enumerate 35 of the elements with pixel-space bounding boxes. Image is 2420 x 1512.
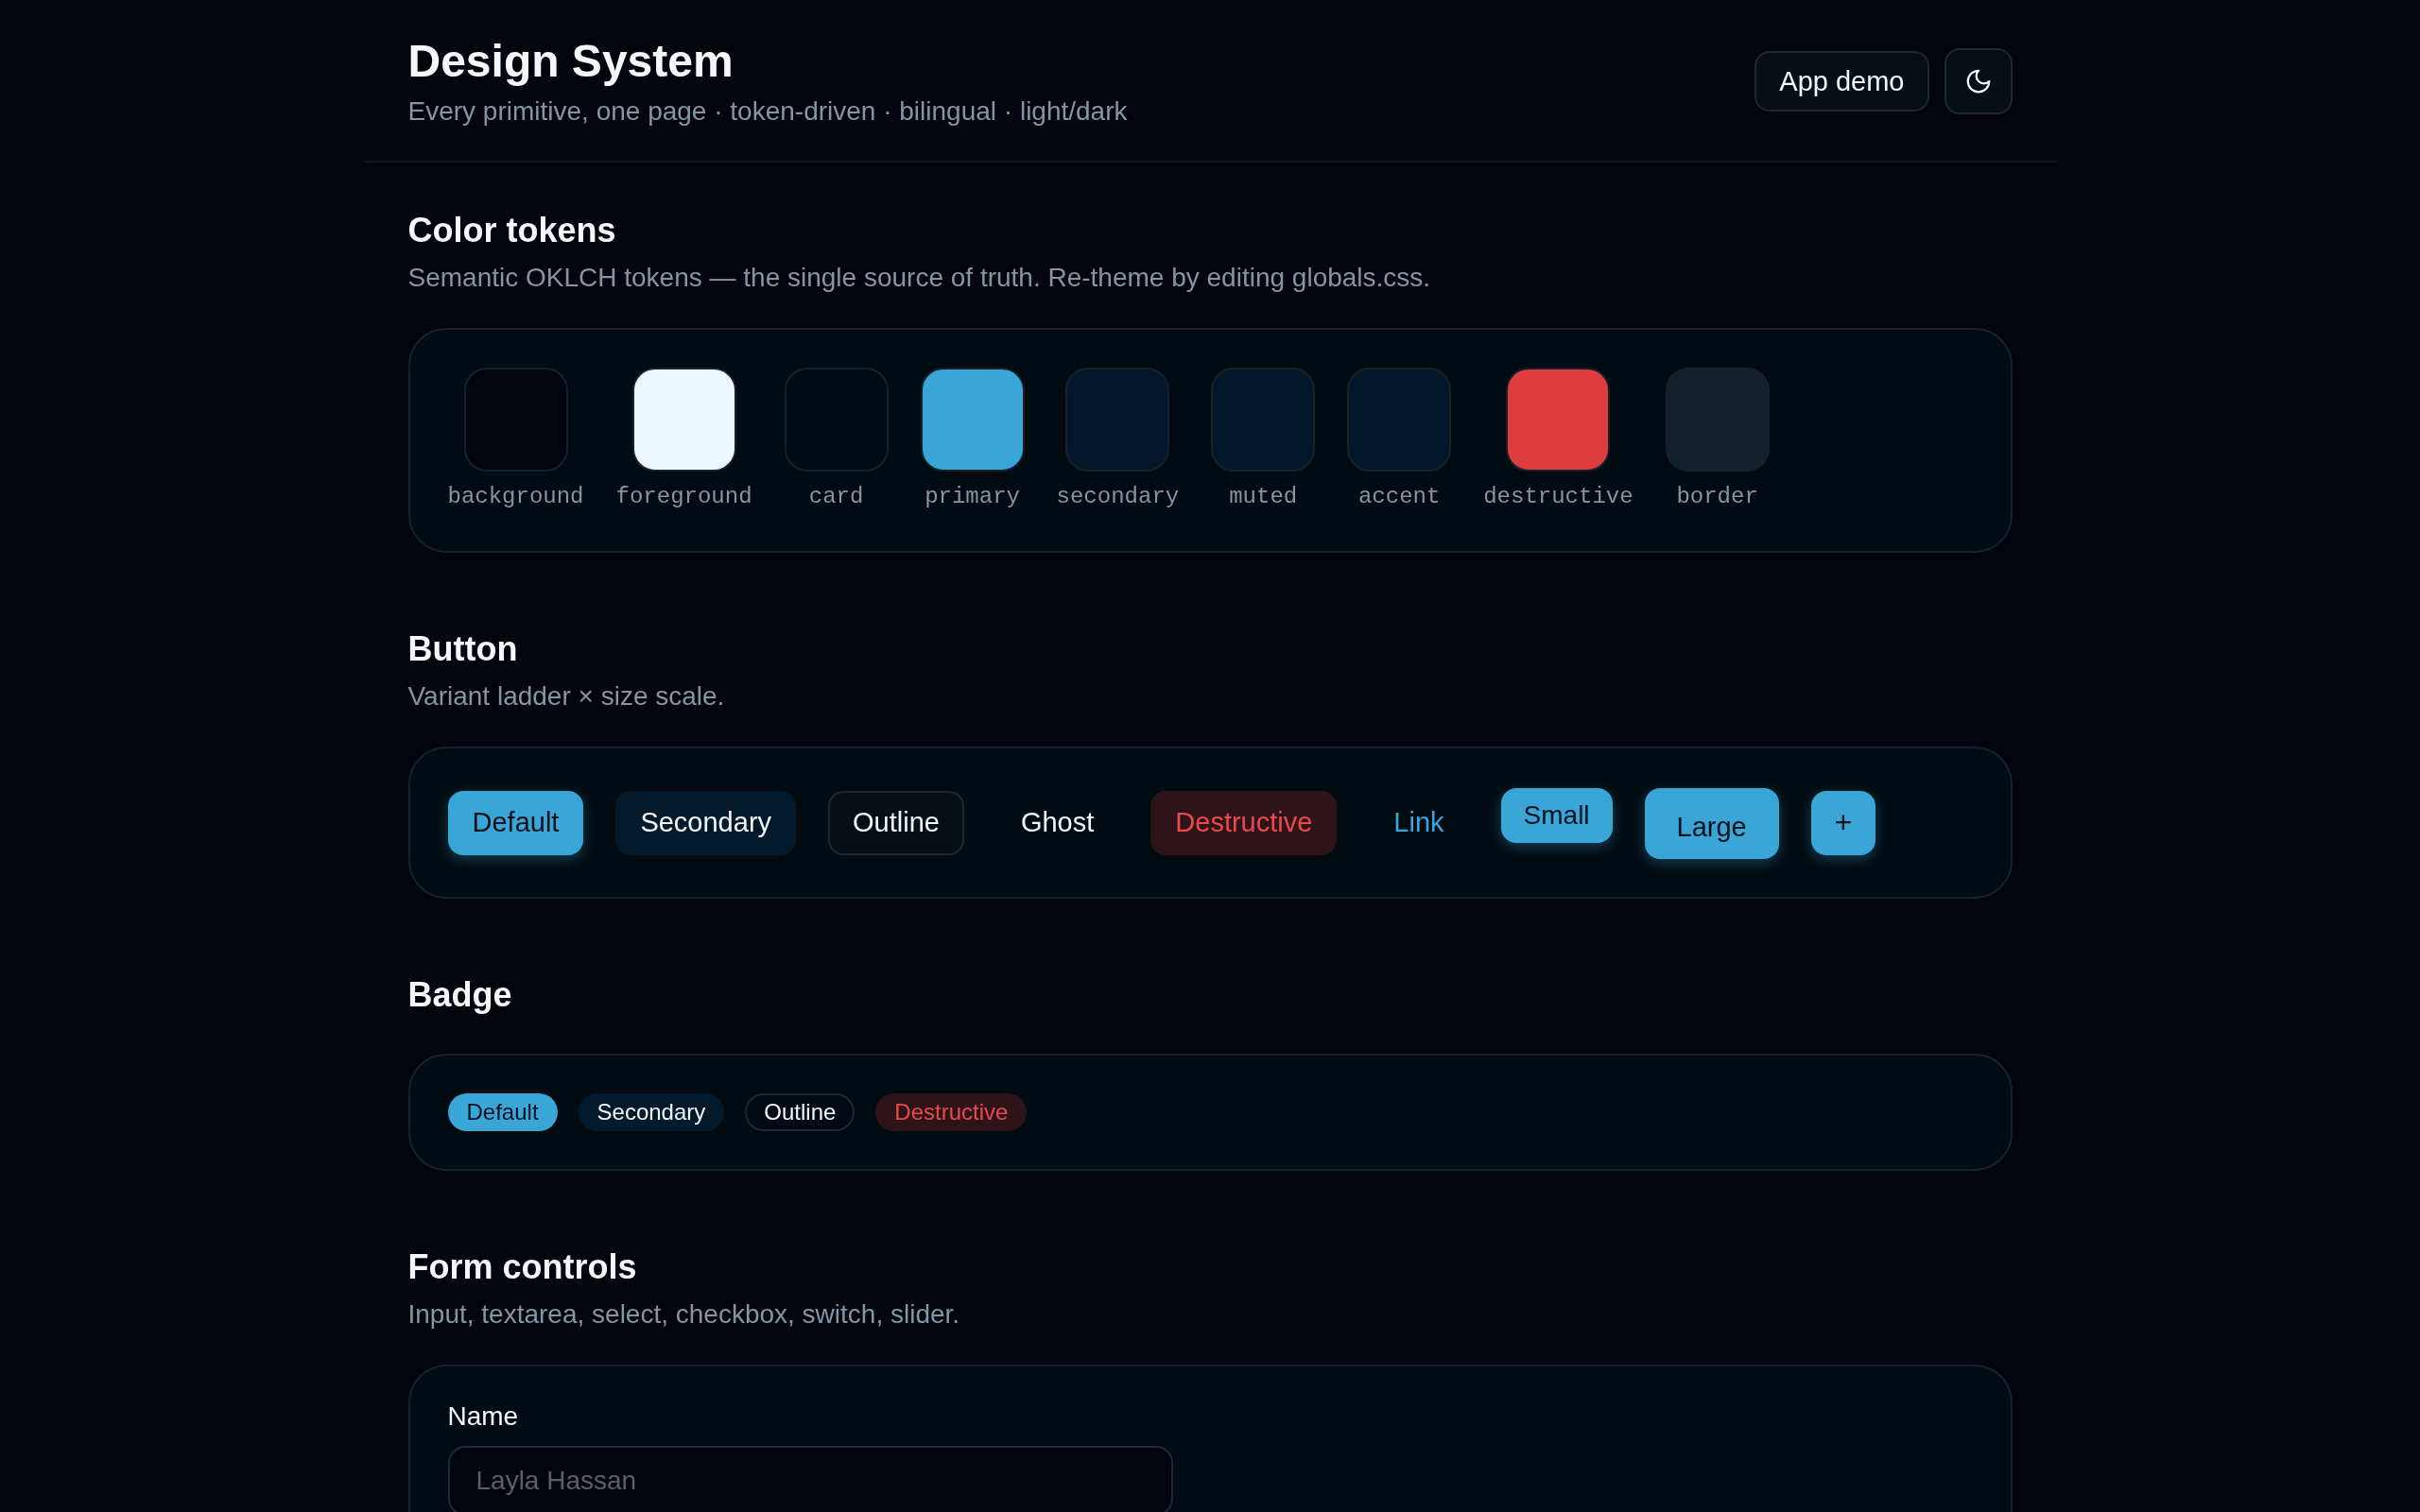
input-field[interactable]: Layla Hassan: [447, 1446, 1173, 1512]
button[interactable]: Small: [1500, 788, 1613, 843]
page-title: Design System: [407, 35, 735, 88]
app-demo-button[interactable]: App demo: [1754, 51, 1929, 112]
token-name: accent: [1357, 483, 1441, 511]
section-title: Form controls: [407, 1246, 638, 1288]
button[interactable]: Ghost: [995, 790, 1119, 855]
button[interactable]: Secondary: [615, 790, 797, 855]
section-description: Input, textarea, select, checkbox, switch, slider.: [407, 1298, 961, 1331]
section-title: Button: [407, 628, 519, 670]
button[interactable]: Large: [1644, 788, 1779, 859]
badge: Destructive: [875, 1093, 1028, 1131]
link[interactable]: Link: [1369, 790, 1469, 855]
badge: Default: [447, 1093, 558, 1131]
token-name: destructive: [1483, 483, 1634, 511]
token-name: card: [808, 483, 864, 511]
field-label: Name: [447, 1402, 520, 1431]
button[interactable]: Destructive: [1150, 790, 1338, 855]
section-title: Badge: [407, 974, 513, 1016]
token-name: background: [447, 483, 584, 511]
badge: Outline: [745, 1093, 856, 1131]
token-name: foreground: [615, 483, 752, 511]
section-description: Variant ladder × size scale.: [407, 680, 726, 713]
token-name: border: [1676, 483, 1758, 511]
section-description: Semantic OKLCH tokens — the single source of truth. Re-theme by editing globals.css.: [407, 262, 1432, 294]
token-name: secondary: [1056, 483, 1180, 511]
button[interactable]: Default: [447, 790, 584, 855]
button[interactable]: +: [1810, 790, 1876, 855]
section-title: Color tokens: [407, 210, 617, 251]
page-subtitle: Every primitive, one page · token-driven · bilingual · light/dark: [407, 95, 1128, 128]
token-name: primary: [925, 483, 1020, 511]
theme-toggle-button[interactable]: [1944, 48, 2013, 114]
token-name: muted: [1229, 483, 1298, 511]
button[interactable]: Outline: [828, 790, 964, 855]
badge: Secondary: [578, 1093, 725, 1131]
